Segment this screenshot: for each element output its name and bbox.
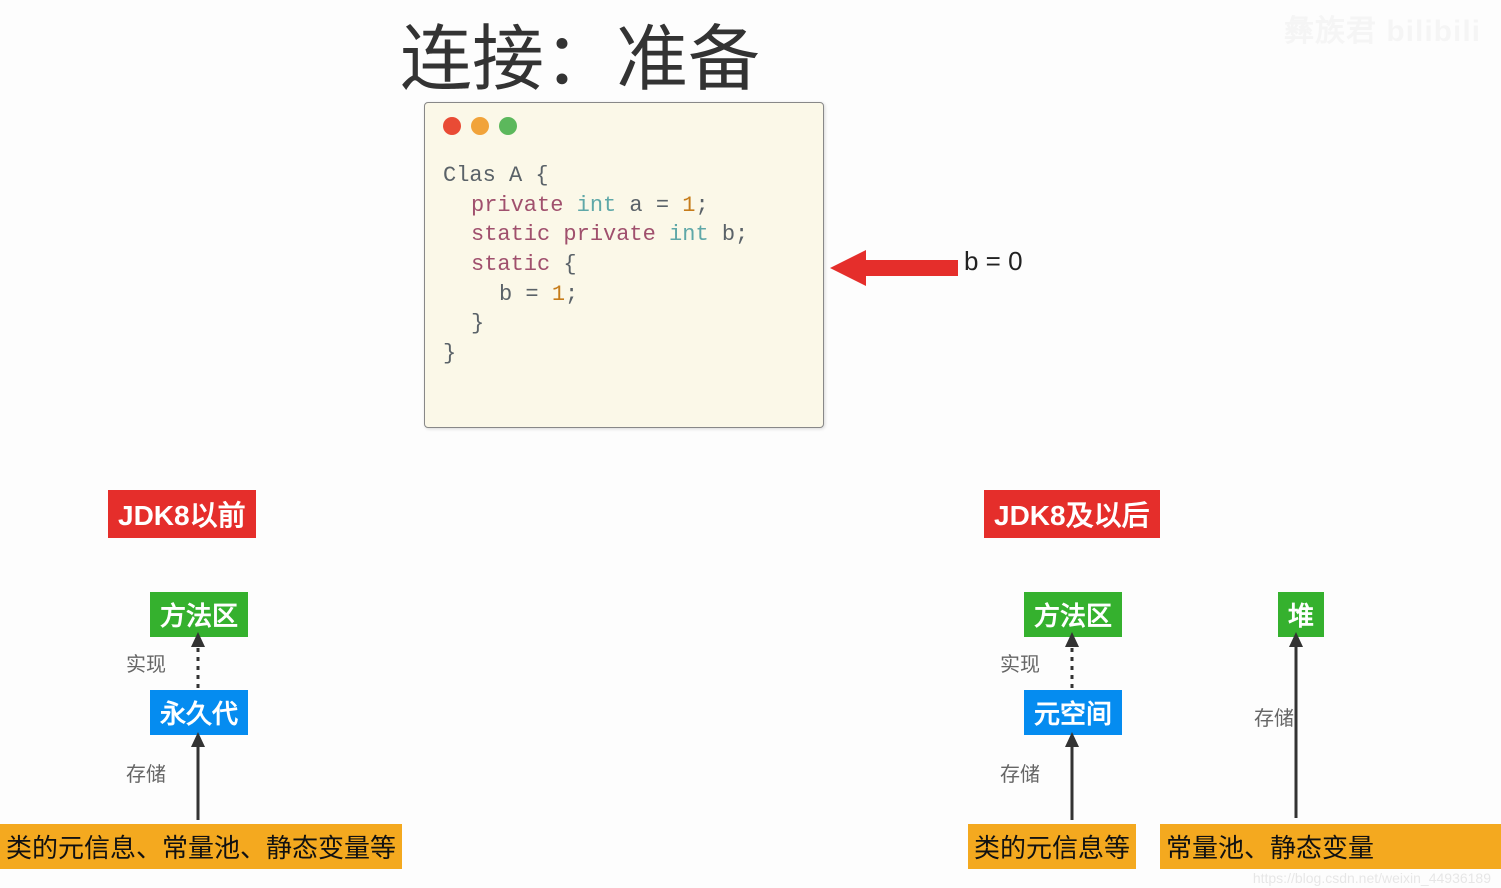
code-window: Clas A { private int a = 1; static priva…: [424, 102, 824, 428]
permgen-box: 永久代: [150, 690, 248, 735]
code-line: static private int b;: [443, 220, 805, 250]
maximize-icon: [499, 117, 517, 135]
metaspace-box: 元空间: [1024, 690, 1122, 735]
solid-arrow-icon: [188, 732, 208, 822]
method-area-box: 方法区: [150, 592, 248, 637]
close-icon: [443, 117, 461, 135]
solid-arrow-icon: [1062, 732, 1082, 822]
minimize-icon: [471, 117, 489, 135]
code-line: Clas A {: [443, 163, 549, 188]
store-label: 存储: [126, 758, 166, 787]
code-line: }: [443, 341, 456, 366]
heap-box: 堆: [1278, 592, 1324, 637]
dashed-arrow-icon: [188, 632, 208, 690]
watermark-bottom: https://blog.csdn.net/weixin_44936189: [1253, 870, 1491, 886]
storage-box: 常量池、静态变量: [1160, 824, 1501, 869]
dashed-arrow-icon: [1062, 632, 1082, 690]
jdk8-before-header: JDK8以前: [108, 490, 256, 538]
code-line: private int a = 1;: [443, 191, 805, 221]
code-line: static {: [443, 250, 805, 280]
slide-title: 连接：准备: [400, 0, 760, 105]
jdk8-after-header: JDK8及以后: [984, 490, 1160, 538]
arrow-annotation: b = 0: [964, 246, 1023, 277]
code-block: Clas A { private int a = 1; static priva…: [425, 143, 823, 369]
watermark-top: 彝族君 bilibili: [1284, 6, 1481, 50]
storage-box: 类的元信息等: [968, 824, 1136, 869]
code-line: }: [443, 309, 805, 339]
impl-label: 实现: [1000, 648, 1040, 677]
store-label: 存储: [1254, 702, 1294, 731]
code-line: b = 1;: [443, 280, 805, 310]
storage-box: 类的元信息、常量池、静态变量等: [0, 824, 402, 869]
method-area-box: 方法区: [1024, 592, 1122, 637]
window-controls: [425, 103, 823, 143]
store-label: 存储: [1000, 758, 1040, 787]
arrow-icon: [830, 248, 960, 288]
impl-label: 实现: [126, 648, 166, 677]
